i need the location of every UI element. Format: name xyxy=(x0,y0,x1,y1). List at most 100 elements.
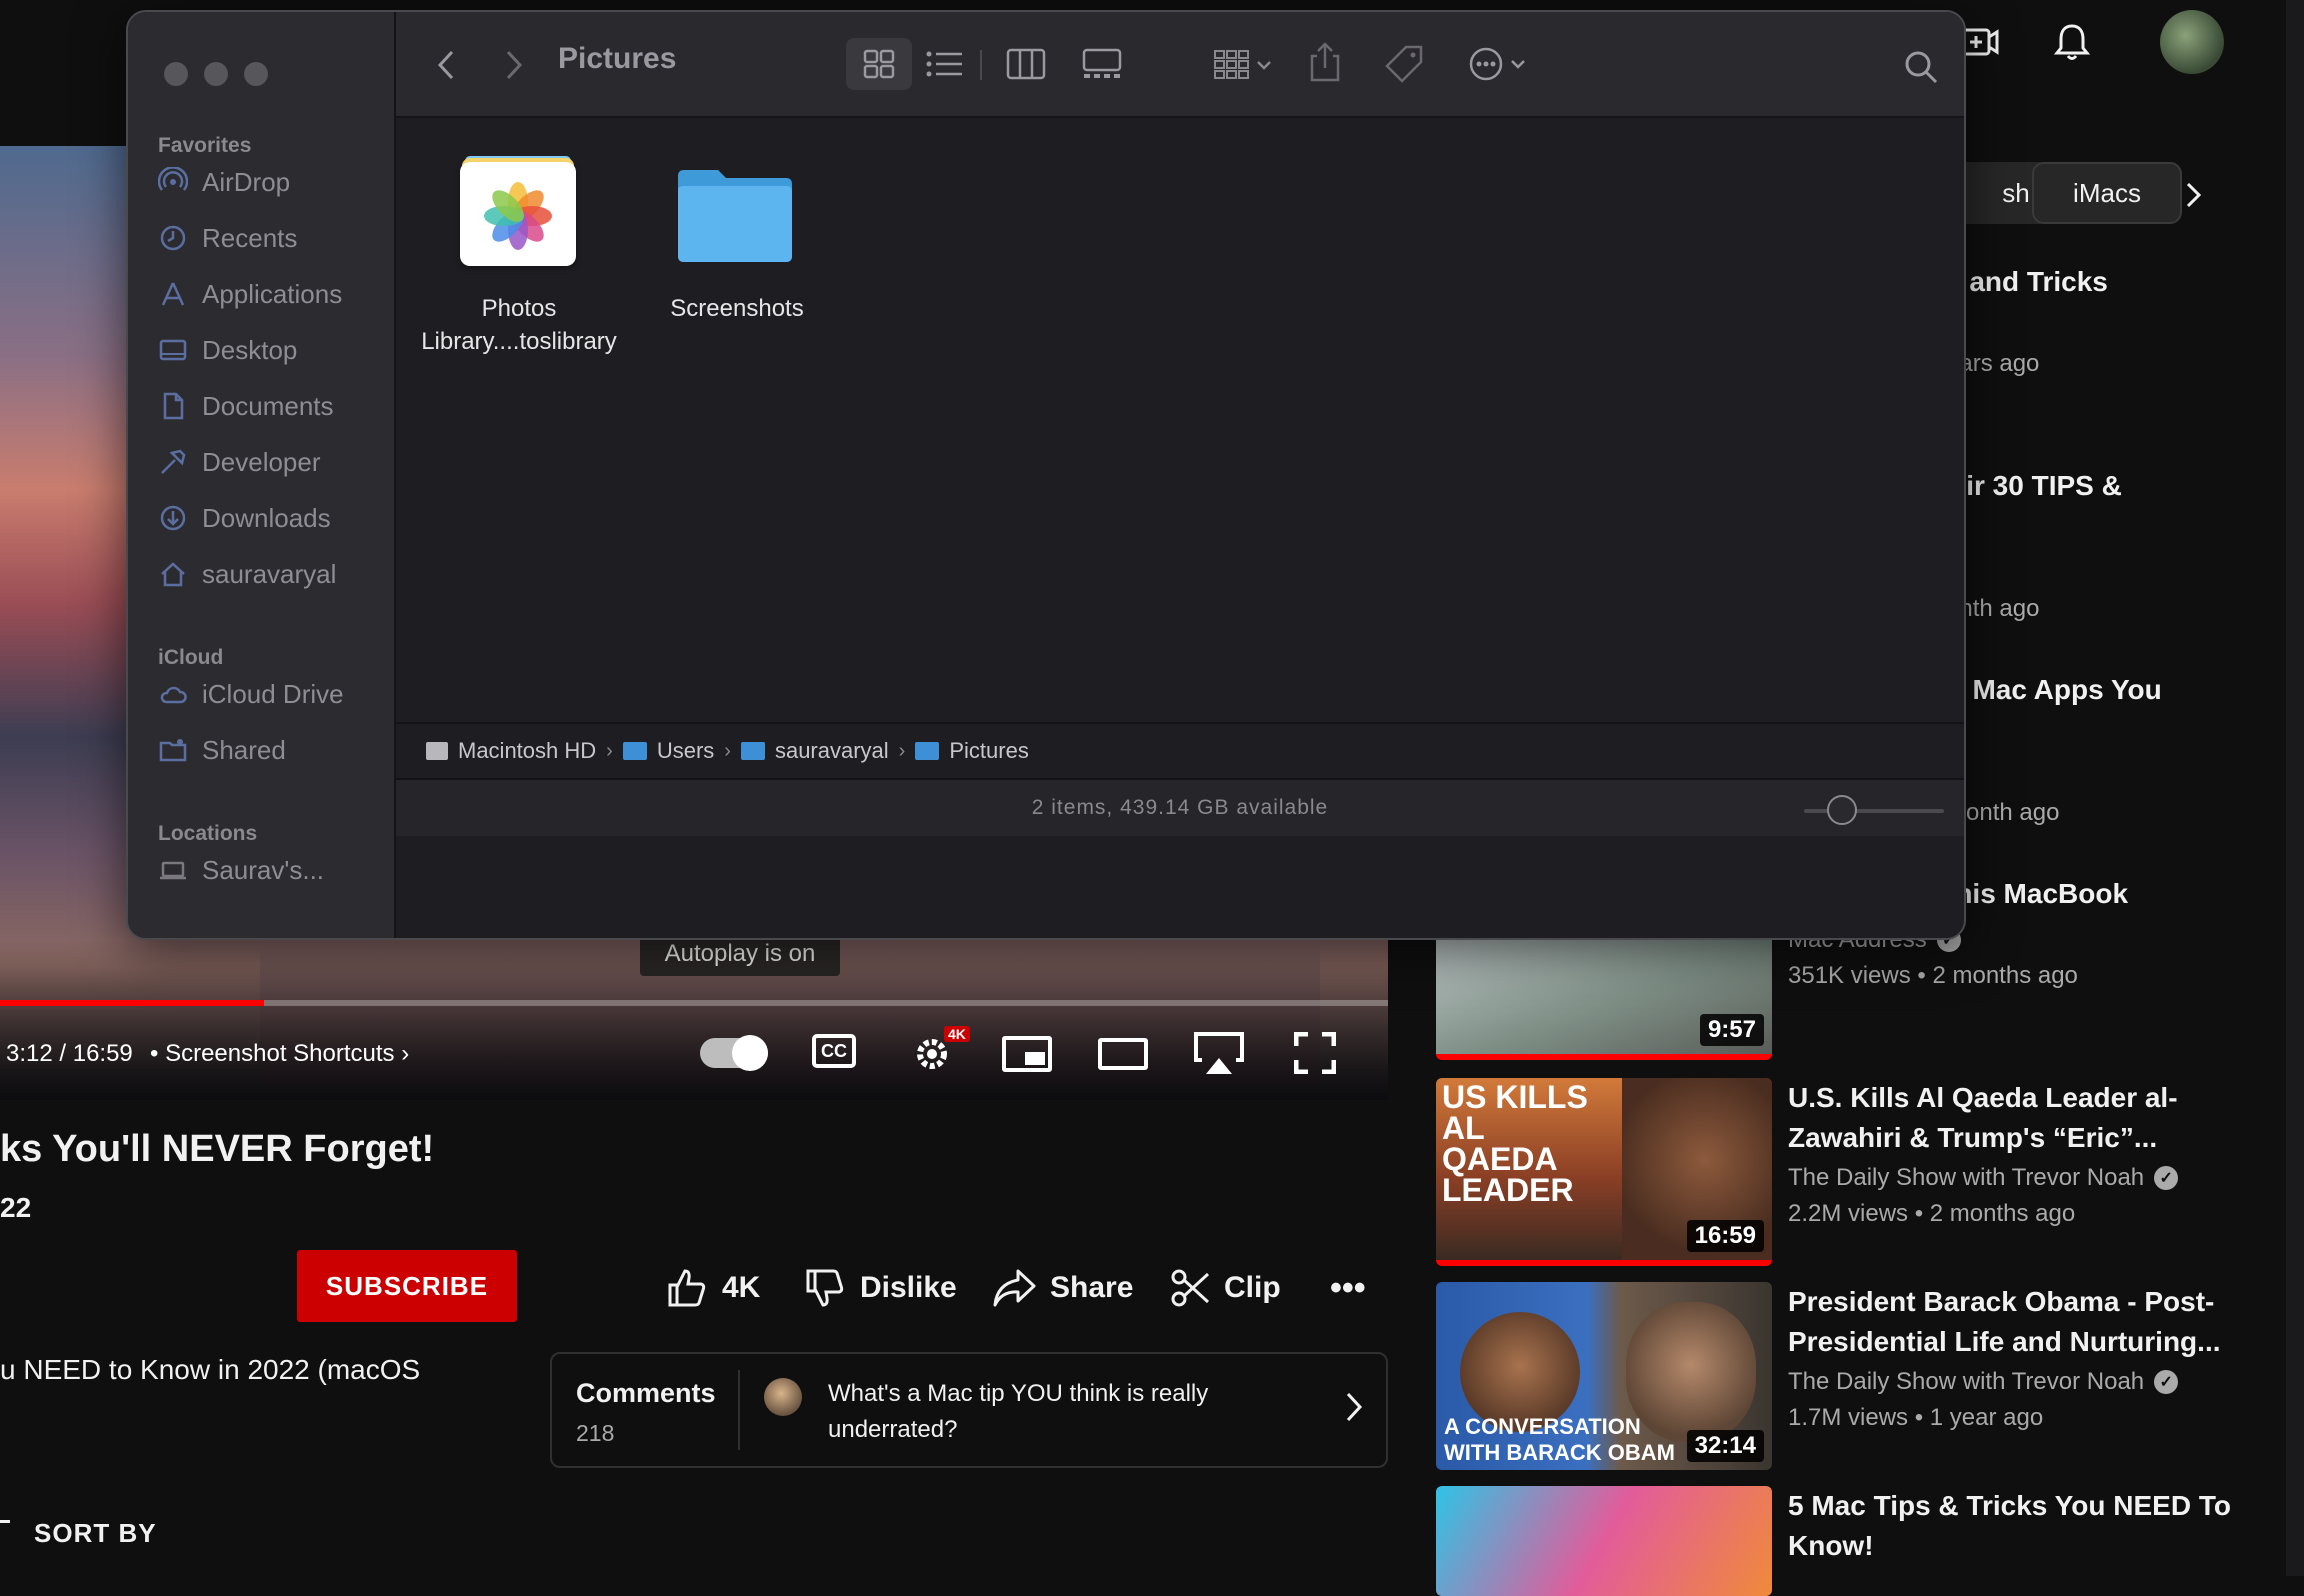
subtitles-cc-icon[interactable]: CC xyxy=(812,1034,856,1068)
sidebar-item-documents[interactable]: Documents xyxy=(158,386,334,426)
duration-badge: 32:14 xyxy=(1686,1430,1764,1462)
finder-content: Pictures Photos Library....toslibrary Sc… xyxy=(396,12,1964,938)
column-view-icon[interactable] xyxy=(1006,48,1046,85)
back-chevron-icon[interactable] xyxy=(436,48,458,87)
file-item-photos-library[interactable]: Photos Library....toslibrary xyxy=(414,152,624,372)
progress-bar-played xyxy=(0,1000,264,1006)
chip-imacs[interactable]: iMacs xyxy=(2032,162,2182,224)
forward-chevron-icon[interactable] xyxy=(502,48,524,87)
share-icon[interactable] xyxy=(1308,40,1342,89)
zoom-window-button[interactable] xyxy=(244,62,268,86)
toolbar-divider xyxy=(980,50,982,80)
more-actions-icon[interactable]: ••• xyxy=(1330,1260,1366,1316)
rec-thumbnail[interactable]: US KILLS AL QAEDA LEADER 16:59 xyxy=(1436,1078,1772,1266)
create-video-icon[interactable] xyxy=(1960,22,2000,62)
time-display: 3:12 / 16:59 xyxy=(6,1040,133,1067)
video-description[interactable]: u NEED to Know in 2022 (macOS xyxy=(0,1354,420,1386)
airplay-icon[interactable] xyxy=(1192,1030,1246,1076)
like-button[interactable]: 4K xyxy=(666,1260,760,1316)
group-by-menu-icon[interactable] xyxy=(1214,50,1272,80)
verified-icon: ✓ xyxy=(2154,1370,2179,1394)
disk-icon xyxy=(426,742,448,760)
sidebar-item-icloud-drive[interactable]: iCloud Drive xyxy=(158,674,344,714)
list-view-icon[interactable] xyxy=(926,50,964,83)
grid-view-icon xyxy=(863,49,895,79)
share-button[interactable]: Share xyxy=(992,1260,1133,1316)
path-segment[interactable]: sauravaryal xyxy=(775,738,889,764)
rec-title[interactable]: U.S. Kills Al Qaeda Leader al-Zawahiri &… xyxy=(1788,1078,2248,1158)
gallery-view-icon[interactable] xyxy=(1082,48,1122,85)
thumb-text: A CONVERSATION WITH BARACK OBAM xyxy=(1444,1414,1675,1465)
clip-label: Clip xyxy=(1224,1271,1281,1304)
sidebar-item-recents[interactable]: Recents xyxy=(158,218,297,258)
commenter-avatar xyxy=(764,1378,802,1416)
slider-knob[interactable] xyxy=(1826,795,1857,825)
sidebar-item-desktop[interactable]: Desktop xyxy=(158,330,297,370)
folder-icon xyxy=(622,742,647,760)
shared-folder-icon xyxy=(159,739,187,762)
scissors-icon xyxy=(1171,1269,1210,1307)
notifications-bell-icon[interactable] xyxy=(2050,20,2094,64)
icon-size-slider[interactable] xyxy=(1804,795,1944,825)
autoplay-toggle[interactable] xyxy=(700,1035,768,1071)
sidebar-heading-locations: Locations xyxy=(158,822,258,845)
sort-icon[interactable] xyxy=(0,1520,10,1523)
rec-title[interactable]: 5 Mac Tips & Tricks You NEED To Know! xyxy=(1788,1486,2248,1566)
close-window-button[interactable] xyxy=(164,62,188,86)
file-name: Photos Library....toslibrary xyxy=(421,295,617,355)
home-folder-icon xyxy=(740,742,765,760)
sidebar-item-downloads[interactable]: Downloads xyxy=(158,498,331,538)
sidebar-item-airdrop[interactable]: AirDrop xyxy=(158,162,290,202)
share-arrow-icon xyxy=(993,1269,1036,1307)
sidebar-item-shared[interactable]: Shared xyxy=(158,730,286,770)
home-icon xyxy=(161,562,185,587)
chapter-title[interactable]: • Screenshot Shortcuts › xyxy=(150,1040,409,1068)
sidebar-heading-favorites: Favorites xyxy=(158,134,252,157)
finder-sidebar: Favorites AirDrop Recents Applications D… xyxy=(128,12,396,938)
sidebar-item-home[interactable]: sauravaryal xyxy=(158,554,336,594)
sort-by-button[interactable]: SORT BY xyxy=(34,1518,157,1549)
rec-title[interactable]: President Barack Obama - Post-Presidenti… xyxy=(1788,1282,2248,1362)
chips-next-chevron-icon[interactable] xyxy=(2180,178,2206,217)
clip-button[interactable]: Clip xyxy=(1170,1260,1281,1316)
search-icon[interactable] xyxy=(1904,50,1938,89)
theater-mode-icon[interactable] xyxy=(1098,1038,1148,1070)
path-segment[interactable]: Users xyxy=(657,738,714,764)
sidebar-item-computer[interactable]: Saurav's... xyxy=(158,850,324,890)
document-icon xyxy=(163,392,184,420)
rec-channel[interactable]: The Daily Show with Trevor Noah ✓ xyxy=(1788,1368,2179,1396)
path-segment[interactable]: Pictures xyxy=(949,738,1028,764)
upload-date: 22 xyxy=(0,1192,32,1223)
rec-stats: 2.2M views • 2 months ago xyxy=(1788,1200,2076,1227)
path-segment[interactable]: Macintosh HD xyxy=(458,738,596,764)
rec-thumbnail[interactable]: A CONVERSATION WITH BARACK OBAM 32:14 xyxy=(1436,1282,1772,1470)
fullscreen-icon[interactable] xyxy=(1293,1031,1337,1075)
file-item-screenshots[interactable]: Screenshots xyxy=(632,152,842,372)
comments-teaser[interactable]: Comments 218 What's a Mac tip YOU think … xyxy=(550,1352,1388,1468)
applications-icon xyxy=(161,282,185,306)
hammer-icon xyxy=(161,449,186,474)
rec-partial-title[interactable]: s and Tricks xyxy=(1946,266,2108,298)
sidebar-item-developer[interactable]: Developer xyxy=(158,442,321,482)
rec-stats: 351K views • 2 months ago xyxy=(1788,962,2078,989)
minimize-window-button[interactable] xyxy=(204,62,228,86)
laptop-icon xyxy=(160,861,186,880)
rec-channel[interactable]: The Daily Show with Trevor Noah ✓ xyxy=(1788,1164,2179,1192)
avatar[interactable] xyxy=(2160,10,2224,74)
rec-partial-title[interactable]: this MacBook xyxy=(1946,878,2128,910)
sidebar-item-applications[interactable]: Applications xyxy=(158,274,342,314)
path-chevron-icon: › xyxy=(606,739,613,762)
rec-partial-title[interactable]: E Mac Apps You xyxy=(1946,674,2162,706)
rec-partial-title[interactable]: Air 30 TIPS & xyxy=(1946,470,2122,502)
verified-icon: ✓ xyxy=(2154,1166,2179,1190)
finder-window[interactable]: Favorites AirDrop Recents Applications D… xyxy=(126,10,1966,940)
dislike-button[interactable]: Dislike xyxy=(804,1260,957,1316)
comments-count: 218 xyxy=(576,1420,615,1446)
tag-icon[interactable] xyxy=(1384,44,1424,89)
airdrop-icon xyxy=(158,167,188,191)
view-icons-button[interactable] xyxy=(846,38,912,90)
more-actions-menu-icon[interactable] xyxy=(1468,46,1526,82)
miniplayer-icon[interactable] xyxy=(1002,1036,1052,1072)
rec-thumbnail[interactable] xyxy=(1436,1486,1772,1596)
subscribe-button[interactable]: SUBSCRIBE xyxy=(297,1250,517,1322)
